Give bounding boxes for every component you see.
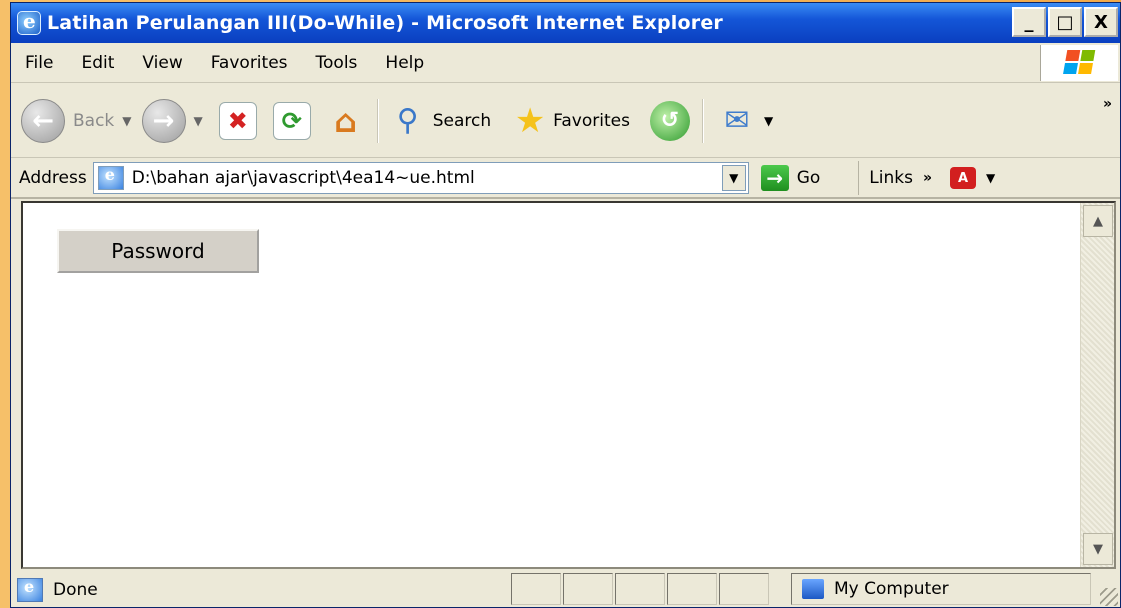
favorites-button[interactable]: ★ Favorites — [511, 100, 630, 141]
menu-favorites[interactable]: Favorites — [197, 53, 302, 73]
forward-button[interactable]: → ▼ — [141, 98, 203, 143]
browser-window: Latihan Perulangan III(Do-While) - Micro… — [10, 2, 1121, 608]
my-computer-icon — [802, 579, 824, 599]
address-bar: Address D:\bahan ajar\javascript\4ea14~u… — [11, 159, 1120, 199]
security-zone: My Computer — [791, 573, 1091, 605]
menu-view[interactable]: View — [128, 53, 196, 73]
refresh-icon: ⟳ — [272, 101, 311, 140]
pdf-dropdown-icon[interactable]: ▼ — [986, 171, 995, 185]
toolbar-more-icon[interactable]: » — [1103, 96, 1112, 112]
status-text: Done — [53, 579, 98, 600]
resize-grip-icon[interactable] — [1100, 588, 1118, 606]
links-toolbar[interactable]: Links » — [858, 161, 932, 195]
stop-button[interactable]: ✖ — [218, 101, 257, 140]
history-icon: ↺ — [649, 100, 690, 141]
menu-tools[interactable]: Tools — [302, 53, 372, 73]
ie-icon — [17, 9, 41, 35]
back-dropdown-icon[interactable]: ▼ — [122, 114, 131, 128]
password-button[interactable]: Password — [57, 229, 259, 273]
go-arrow-icon: → — [760, 165, 789, 191]
refresh-button[interactable]: ⟳ — [272, 101, 311, 140]
search-button[interactable]: ⚲ Search — [389, 102, 491, 140]
status-pane — [511, 573, 561, 605]
address-dropdown-icon[interactable]: ▼ — [721, 165, 746, 191]
status-pane — [667, 573, 717, 605]
toolbar-separator — [376, 98, 379, 143]
forward-dropdown-icon[interactable]: ▼ — [194, 114, 203, 128]
mail-icon: ✉ — [724, 103, 750, 138]
home-icon: ⌂ — [334, 101, 358, 140]
status-bar: Done My Computer — [11, 571, 1120, 608]
windows-logo-icon — [1040, 45, 1118, 81]
home-button[interactable]: ⌂ — [327, 102, 365, 140]
favorites-star-icon: ★ — [514, 100, 546, 141]
page-content: Password ▲ ▼ — [21, 201, 1116, 569]
menu-help[interactable]: Help — [371, 53, 438, 73]
search-icon: ⚲ — [396, 103, 419, 138]
links-more-icon[interactable]: » — [923, 170, 932, 186]
scroll-up-icon[interactable]: ▲ — [1083, 205, 1113, 237]
back-label: Back — [73, 110, 115, 131]
standard-toolbar: ← Back ▼ → ▼ ✖ ⟳ ⌂ ⚲ Search ★ Favorites … — [11, 84, 1120, 158]
menu-bar: File Edit View Favorites Tools Help — [11, 43, 1120, 83]
vertical-scrollbar[interactable]: ▲ ▼ — [1080, 203, 1114, 567]
minimize-button[interactable]: _ — [1012, 7, 1046, 37]
zone-label: My Computer — [834, 579, 949, 599]
go-label: Go — [796, 168, 821, 188]
mail-button[interactable]: ✉ ▼ — [718, 102, 773, 140]
forward-arrow-icon: → — [141, 98, 186, 143]
address-value: D:\bahan ajar\javascript\4ea14~ue.html — [131, 168, 475, 188]
window-title: Latihan Perulangan III(Do-While) - Micro… — [47, 12, 723, 34]
status-pane — [719, 573, 769, 605]
go-button[interactable]: → Go — [760, 165, 821, 191]
scroll-down-icon[interactable]: ▼ — [1083, 533, 1113, 565]
mail-dropdown-icon[interactable]: ▼ — [764, 114, 773, 128]
history-button[interactable]: ↺ — [649, 100, 690, 141]
menu-file[interactable]: File — [11, 53, 67, 73]
stop-icon: ✖ — [218, 101, 257, 140]
back-arrow-icon: ← — [21, 98, 65, 143]
back-button[interactable]: ← Back ▼ — [21, 98, 132, 143]
address-input[interactable]: D:\bahan ajar\javascript\4ea14~ue.html ▼ — [92, 162, 749, 194]
address-label: Address — [19, 168, 87, 188]
menu-edit[interactable]: Edit — [67, 53, 128, 73]
status-pane — [563, 573, 613, 605]
toolbar-separator-2 — [701, 98, 704, 143]
status-panes — [511, 573, 769, 605]
title-bar[interactable]: Latihan Perulangan III(Do-While) - Micro… — [11, 3, 1120, 43]
maximize-button[interactable]: □ — [1048, 7, 1082, 37]
pdf-icon[interactable]: A — [950, 167, 976, 189]
links-label: Links — [869, 168, 913, 188]
close-button[interactable]: X — [1084, 7, 1118, 37]
favorites-label: Favorites — [553, 110, 630, 131]
window-controls: _ □ X — [1012, 7, 1118, 37]
page-icon — [97, 165, 124, 190]
status-pane — [615, 573, 665, 605]
status-page-icon — [17, 577, 43, 602]
search-label: Search — [432, 110, 492, 131]
